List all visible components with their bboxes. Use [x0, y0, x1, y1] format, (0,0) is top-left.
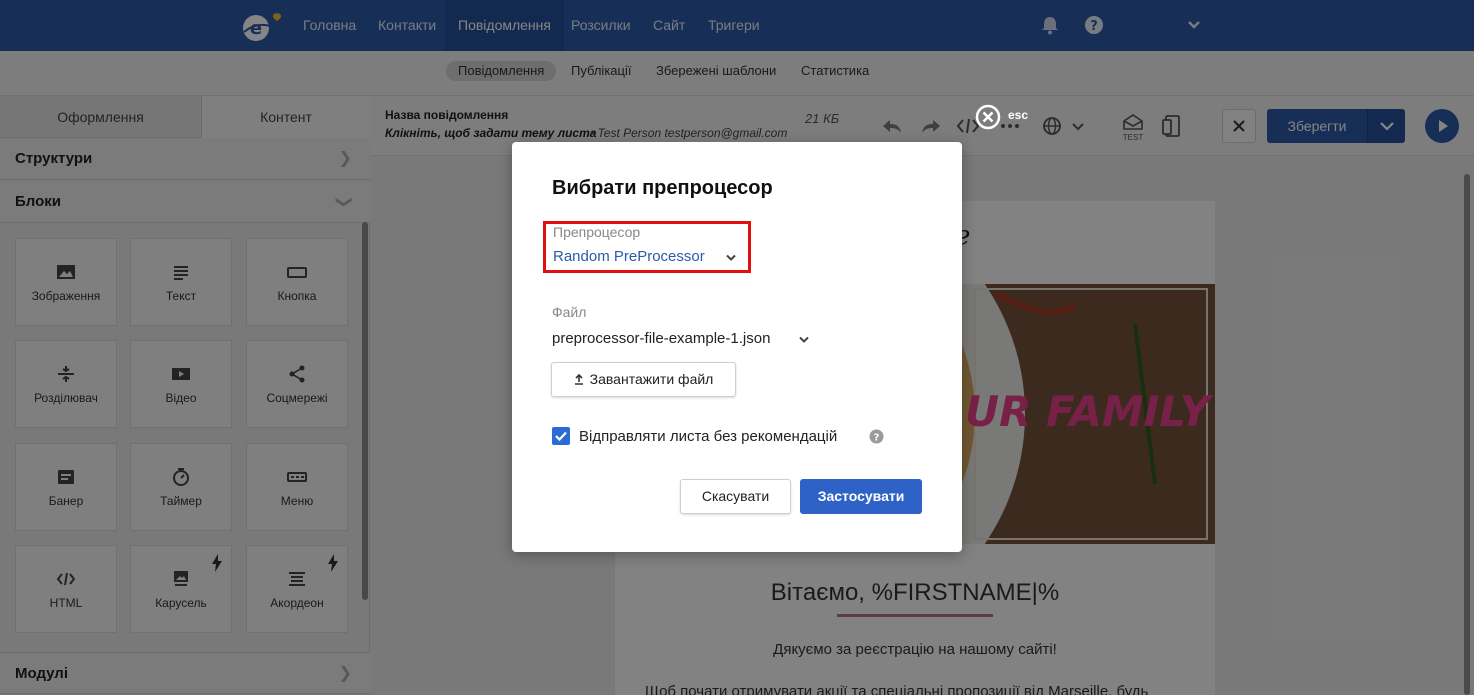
upload-label: Завантажити файл	[589, 371, 714, 387]
cancel-button[interactable]: Скасувати	[680, 479, 791, 514]
close-circle-icon	[975, 104, 1001, 130]
no-recommendations-checkbox[interactable]	[552, 427, 570, 445]
no-recommendations-label[interactable]: Відправляти листа без рекомендацій	[579, 428, 837, 445]
esc-close-button[interactable]: esc	[975, 104, 1035, 130]
upload-file-button[interactable]: Завантажити файл	[551, 362, 736, 397]
file-select[interactable]: preprocessor-file-example-1.json	[552, 330, 822, 350]
esc-label: esc	[1008, 108, 1029, 122]
preprocessor-label: Препроцесор	[553, 224, 641, 240]
apply-button[interactable]: Застосувати	[800, 479, 922, 514]
preprocessor-select[interactable]: Random PreProcessor	[553, 248, 743, 268]
file-value: preprocessor-file-example-1.json	[552, 330, 771, 347]
file-label: Файл	[552, 304, 587, 320]
chevron-down-icon	[799, 336, 809, 343]
dialog-title: Вибрати препроцесор	[552, 177, 773, 199]
checkmark-icon	[555, 431, 567, 442]
preprocessor-dialog: Вибрати препроцесор Препроцесор Random P…	[512, 142, 962, 552]
upload-icon	[574, 373, 583, 385]
chevron-down-icon	[726, 254, 736, 261]
preprocessor-value: Random PreProcessor	[553, 248, 705, 265]
help-icon[interactable]: ?	[869, 429, 884, 444]
svg-text:?: ?	[874, 433, 880, 444]
